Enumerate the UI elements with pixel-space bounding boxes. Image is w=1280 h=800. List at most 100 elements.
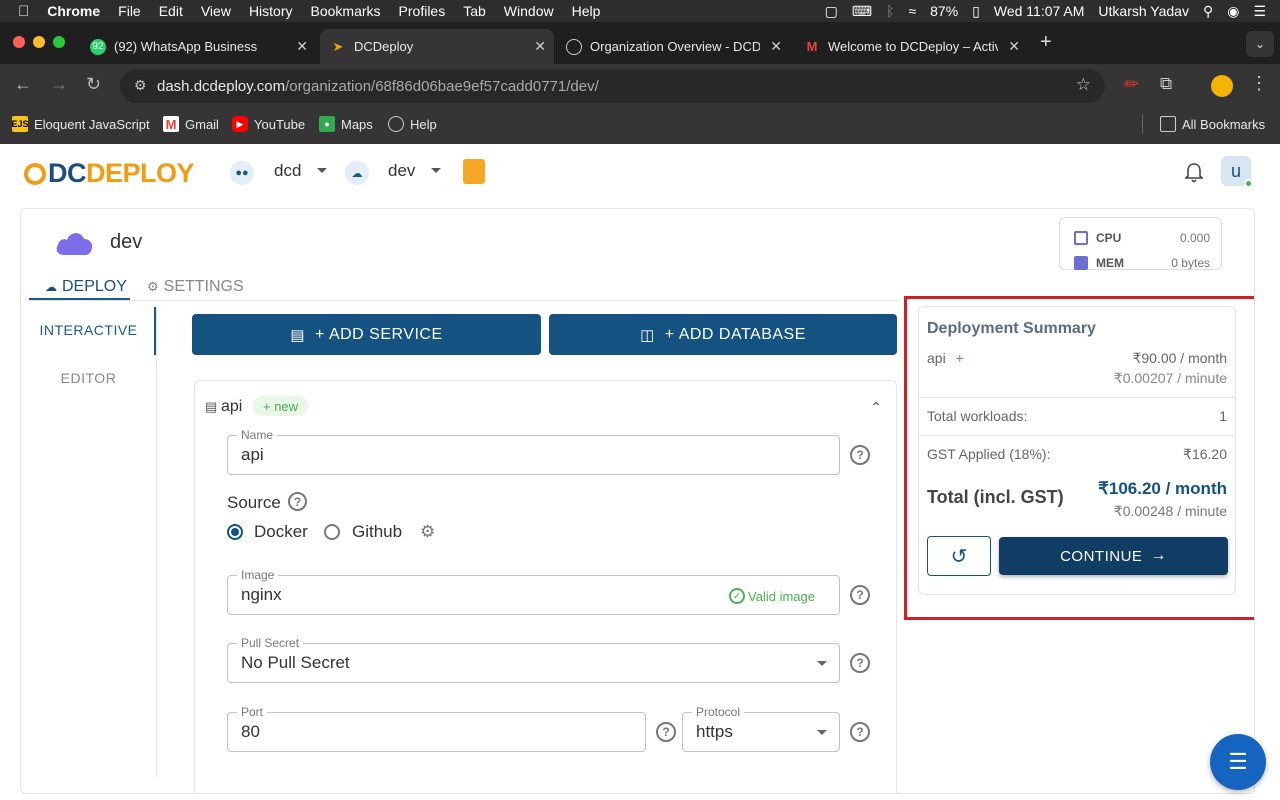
bookmark-youtube[interactable]: ▶ YouTube (232, 116, 305, 132)
siri-icon[interactable]: ◉ (1227, 3, 1239, 20)
close-window-button[interactable] (13, 36, 25, 48)
wifi-icon[interactable]: ≈ (908, 3, 916, 19)
menu-edit[interactable]: Edit (159, 3, 183, 19)
side-tab-interactive[interactable]: INTERACTIVE (21, 322, 156, 338)
battery-icon[interactable]: ▯ (972, 3, 980, 20)
all-bookmarks[interactable]: All Bookmarks (1160, 116, 1265, 132)
user-avatar[interactable]: u (1221, 156, 1253, 188)
field-label: Port (237, 705, 268, 719)
pen-extension-icon[interactable]: ✏ (1124, 74, 1139, 95)
tab-search-button[interactable]: ⌄ (1246, 31, 1274, 57)
tab-settings[interactable]: ⚙ SETTINGS (147, 278, 244, 296)
menu-file[interactable]: File (118, 3, 141, 19)
source-github-radio[interactable] (324, 524, 340, 540)
all-bookmarks-label: All Bookmarks (1182, 116, 1266, 132)
summary-item-month: ₹90.00 / month (1132, 350, 1227, 366)
maximize-window-button[interactable] (53, 36, 65, 48)
team-icon[interactable]: ●● (230, 161, 254, 185)
menu-profiles[interactable]: Profiles (399, 3, 446, 19)
tab-deploy[interactable]: ☁ DEPLOY (45, 278, 127, 296)
env-caret-icon[interactable] (431, 168, 441, 173)
tab-dcdeploy[interactable]: ➤ DCDeploy ✕ (320, 29, 554, 64)
reload-icon[interactable]: ↻ (86, 74, 101, 95)
gear-icon[interactable]: ⚙ (420, 522, 435, 542)
keyboard-icon[interactable]: ⌨ (852, 3, 872, 20)
chevron-up-icon[interactable]: ⌃ (870, 399, 882, 416)
tab-whatsapp[interactable]: 92 (92) WhatsApp Business ✕ (80, 29, 316, 64)
bookmark-eloquent-js[interactable]: EJS Eloquent JavaScript (12, 116, 150, 132)
menu-help[interactable]: Help (572, 3, 601, 19)
address-bar[interactable]: ⚙ dash.dcdeploy.com/organization/68f86d0… (120, 69, 1105, 103)
close-tab-icon[interactable]: ✕ (770, 38, 782, 55)
spotlight-icon[interactable]: ⚲ (1203, 3, 1213, 20)
menu-tab[interactable]: Tab (463, 3, 486, 19)
protocol-select[interactable]: Protocol https (682, 705, 840, 752)
env-selector[interactable]: dev (388, 161, 415, 181)
site-info-icon[interactable]: ⚙ (134, 77, 147, 94)
new-tab-button[interactable]: + (1040, 31, 1052, 54)
bookmark-help[interactable]: Help (388, 116, 437, 132)
cloud-env-icon[interactable]: ☁ (345, 161, 369, 185)
menu-window[interactable]: Window (504, 3, 554, 19)
close-tab-icon[interactable]: ✕ (534, 38, 546, 55)
bookmark-gmail[interactable]: M Gmail (163, 116, 219, 132)
back-icon[interactable]: ← (14, 74, 32, 95)
port-field[interactable]: Port 80 (227, 705, 646, 752)
tab-gmail-welcome[interactable]: M Welcome to DCDeploy – Activ ✕ (794, 29, 1028, 64)
history-button[interactable]: ↺ (927, 536, 991, 576)
extensions-icon[interactable]: ⧉ (1160, 74, 1172, 94)
more-menu-icon[interactable]: ⋮ (1250, 73, 1268, 94)
menubar-clock[interactable]: Wed 11:07 AM (994, 3, 1085, 19)
database-icon: ◫ (640, 326, 655, 344)
menu-app-name[interactable]: Chrome (47, 3, 100, 19)
continue-button[interactable]: CONTINUE → (999, 537, 1228, 575)
profile-avatar-icon[interactable] (1211, 75, 1233, 97)
dcdeploy-logo[interactable]: DC DEPLOY (24, 158, 195, 189)
menu-view[interactable]: View (201, 3, 231, 19)
bluetooth-icon[interactable]: ᛒ (886, 3, 894, 19)
help-icon[interactable]: ? (288, 492, 307, 511)
bookmark-label: Help (410, 116, 437, 132)
forward-icon[interactable]: → (50, 74, 68, 95)
menubar-user[interactable]: Utkarsh Yadav (1098, 3, 1189, 19)
service-name-field[interactable]: Name api (227, 428, 840, 475)
help-icon[interactable]: ? (850, 722, 870, 742)
gift-icon[interactable] (463, 159, 485, 184)
add-database-button[interactable]: ◫ + ADD DATABASE (549, 314, 897, 355)
ejs-icon: EJS (12, 116, 29, 132)
summary-item-minute: ₹0.00207 / minute (1113, 370, 1227, 386)
tab-organization-overview[interactable]: Organization Overview - DCD ✕ (556, 29, 790, 64)
summary-divider (919, 435, 1235, 436)
menu-bookmarks[interactable]: Bookmarks (311, 3, 381, 19)
org-selector[interactable]: dcd (274, 161, 301, 181)
control-center-icon[interactable]: ☰ (1253, 3, 1266, 20)
help-icon[interactable]: ? (656, 722, 676, 742)
close-tab-icon[interactable]: ✕ (296, 38, 308, 55)
source-label: Source (227, 493, 281, 512)
apple-icon[interactable]:  (18, 3, 29, 20)
side-tab-editor[interactable]: EDITOR (21, 370, 156, 386)
gear-icon: ⚙ (147, 279, 159, 294)
avatar-letter: u (1230, 160, 1241, 181)
help-icon[interactable]: ? (850, 445, 870, 465)
chat-support-button[interactable]: ☰ (1210, 734, 1266, 790)
help-icon[interactable]: ? (850, 585, 870, 605)
source-docker-label[interactable]: Docker (254, 522, 308, 542)
source-github-label[interactable]: Github (352, 522, 402, 542)
notification-bell-icon[interactable] (1185, 163, 1203, 183)
image-field[interactable]: Image nginx ✓ Valid image (227, 568, 840, 615)
pull-secret-select[interactable]: Pull Secret No Pull Secret (227, 636, 840, 683)
bookmark-maps[interactable]: ● Maps (319, 116, 373, 132)
bookmark-star-icon[interactable]: ☆ (1076, 75, 1091, 95)
display-icon[interactable]: ▢ (825, 3, 838, 20)
org-caret-icon[interactable] (317, 168, 327, 173)
close-tab-icon[interactable]: ✕ (1008, 38, 1020, 55)
help-icon[interactable]: ? (850, 653, 870, 673)
summary-item-row: api + ₹90.00 / month ₹0.00207 / minute (927, 350, 1227, 386)
minimize-window-button[interactable] (33, 36, 45, 48)
logo-gear-icon (24, 162, 46, 185)
menu-history[interactable]: History (249, 3, 293, 19)
source-docker-radio[interactable] (227, 524, 243, 540)
add-service-button[interactable]: ▤ + ADD SERVICE (192, 314, 541, 355)
battery-percent[interactable]: 87% (930, 3, 958, 19)
